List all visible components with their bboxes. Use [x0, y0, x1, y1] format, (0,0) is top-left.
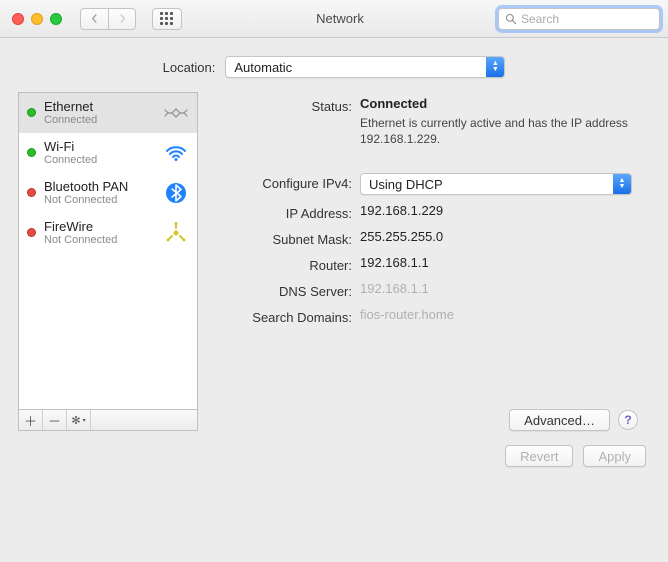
show-all-button[interactable]: [152, 8, 182, 30]
ethernet-icon: [163, 103, 189, 123]
service-text: Bluetooth PAN Not Connected: [44, 179, 155, 206]
router-value: 192.168.1.1: [360, 255, 644, 270]
service-text: FireWire Not Connected: [44, 219, 155, 246]
status-value: Connected: [360, 96, 427, 111]
location-select[interactable]: Automatic ▲▼: [225, 56, 505, 78]
service-substatus: Connected: [44, 114, 155, 126]
searchdomain-label: Search Domains:: [218, 307, 360, 325]
revert-button[interactable]: Revert: [505, 445, 573, 467]
service-item-firewire[interactable]: FireWire Not Connected: [19, 213, 197, 253]
help-icon: ?: [624, 413, 631, 427]
zoom-button[interactable]: [50, 13, 62, 25]
advanced-button[interactable]: Advanced…: [509, 409, 610, 431]
status-description: Ethernet is currently active and has the…: [360, 115, 644, 147]
sidebar: Ethernet Connected Wi-Fi Connected: [18, 92, 198, 431]
service-substatus: Not Connected: [44, 234, 155, 246]
service-text: Wi-Fi Connected: [44, 139, 155, 166]
search-input[interactable]: [521, 12, 653, 26]
location-value: Automatic: [234, 60, 292, 75]
mask-row: Subnet Mask: 255.255.255.0: [218, 225, 644, 251]
firewire-icon: [163, 222, 189, 244]
service-name: Wi-Fi: [44, 139, 155, 154]
search-icon: [505, 13, 517, 25]
add-service-button[interactable]: ＋: [19, 410, 43, 430]
configure-value: Using DHCP: [369, 177, 443, 192]
chevron-updown-icon: ▲▼: [486, 57, 504, 77]
chevron-right-icon: [118, 14, 127, 23]
nav-back-forward: [80, 8, 136, 30]
searchdomain-value: fios-router.home: [360, 307, 644, 322]
status-dot: [27, 108, 36, 117]
help-button[interactable]: ?: [618, 410, 638, 430]
titlebar: Network: [0, 0, 668, 38]
apply-button[interactable]: Apply: [583, 445, 646, 467]
minus-icon: －: [48, 411, 61, 430]
content-area: Ethernet Connected Wi-Fi Connected: [0, 92, 668, 431]
configure-ipv4-select[interactable]: Using DHCP ▲▼: [360, 173, 632, 195]
sidebar-footer: ＋ － ✻: [18, 409, 198, 431]
search-field[interactable]: [498, 8, 660, 30]
service-text: Ethernet Connected: [44, 99, 155, 126]
service-item-wifi[interactable]: Wi-Fi Connected: [19, 133, 197, 173]
close-button[interactable]: [12, 13, 24, 25]
service-substatus: Not Connected: [44, 194, 155, 206]
service-list[interactable]: Ethernet Connected Wi-Fi Connected: [18, 92, 198, 409]
service-item-ethernet[interactable]: Ethernet Connected: [19, 93, 197, 133]
ip-label: IP Address:: [218, 203, 360, 221]
configure-label: Configure IPv4:: [218, 173, 360, 191]
status-label: Status:: [218, 96, 360, 114]
forward-button[interactable]: [108, 8, 136, 30]
status-row: Status: Connected Ethernet is currently …: [218, 92, 644, 151]
chevron-updown-icon: ▲▼: [613, 174, 631, 194]
window-title: Network: [190, 11, 490, 26]
dns-value: 192.168.1.1: [360, 281, 644, 296]
chevron-left-icon: [90, 14, 99, 23]
service-name: FireWire: [44, 219, 155, 234]
router-row: Router: 192.168.1.1: [218, 251, 644, 277]
service-actions-button[interactable]: ✻: [67, 410, 91, 430]
location-label: Location:: [163, 60, 216, 75]
ip-row: IP Address: 192.168.1.229: [218, 199, 644, 225]
window-controls: [8, 13, 62, 25]
plus-icon: ＋: [24, 411, 37, 430]
minimize-button[interactable]: [31, 13, 43, 25]
back-button[interactable]: [80, 8, 108, 30]
advanced-row: Advanced… ?: [218, 409, 644, 431]
service-substatus: Connected: [44, 154, 155, 166]
configure-row: Configure IPv4: Using DHCP ▲▼: [218, 169, 644, 199]
mask-label: Subnet Mask:: [218, 229, 360, 247]
footer-buttons: Revert Apply: [0, 431, 668, 481]
bluetooth-icon: [163, 182, 189, 204]
ip-value: 192.168.1.229: [360, 203, 644, 218]
detail-panel: Status: Connected Ethernet is currently …: [212, 92, 650, 431]
dns-label: DNS Server:: [218, 281, 360, 299]
status-dot: [27, 148, 36, 157]
service-name: Bluetooth PAN: [44, 179, 155, 194]
searchdomain-row: Search Domains: fios-router.home: [218, 303, 644, 329]
status-dot: [27, 188, 36, 197]
wifi-icon: [163, 143, 189, 163]
location-row: Location: Automatic ▲▼: [0, 38, 668, 92]
service-item-bluetooth[interactable]: Bluetooth PAN Not Connected: [19, 173, 197, 213]
grid-icon: [160, 12, 174, 26]
mask-value: 255.255.255.0: [360, 229, 644, 244]
router-label: Router:: [218, 255, 360, 273]
remove-service-button[interactable]: －: [43, 410, 67, 430]
status-dot: [27, 228, 36, 237]
service-name: Ethernet: [44, 99, 155, 114]
gear-icon: ✻: [71, 414, 80, 427]
dns-row: DNS Server: 192.168.1.1: [218, 277, 644, 303]
